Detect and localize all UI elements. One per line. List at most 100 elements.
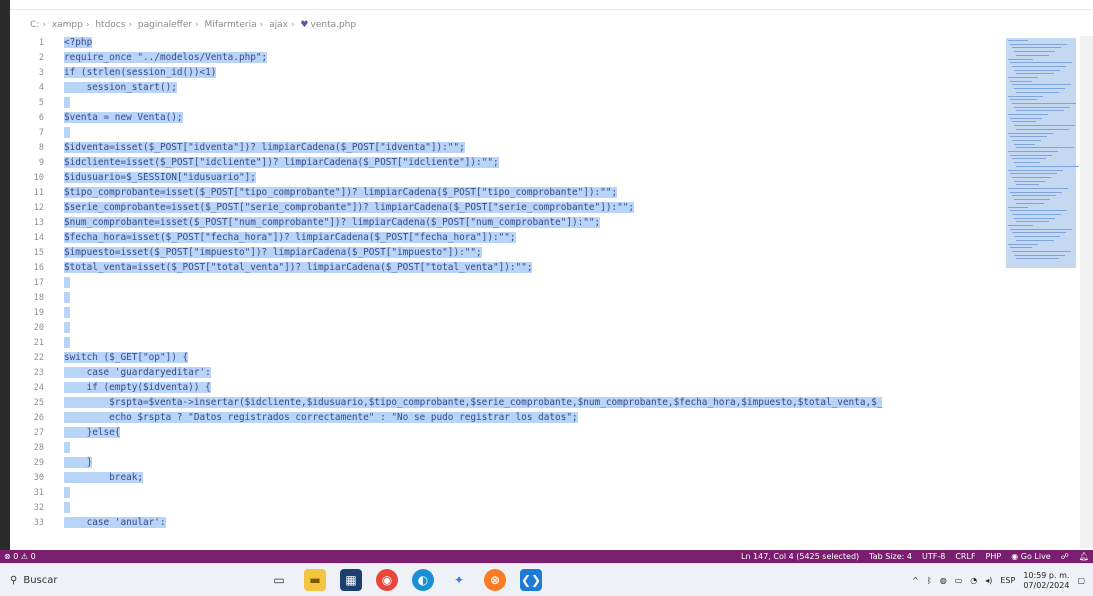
code-text[interactable] <box>50 336 70 350</box>
chrome-icon[interactable]: ◉ <box>376 569 398 591</box>
code-line[interactable]: 17 <box>10 276 1000 290</box>
code-line[interactable]: 14 $fecha_hora=isset($_POST["fecha_hora"]… <box>10 231 1000 245</box>
code-line[interactable]: 16 $total_venta=isset($_POST["total_venta… <box>10 261 1000 275</box>
code-editor[interactable]: 1 <?php 2 require_once "../modelos/Venta.ph… <box>10 36 1000 548</box>
code-line[interactable]: 11 $tipo_comprobante=isset($_POST["tipo_c… <box>10 186 1000 200</box>
code-text[interactable] <box>50 501 70 515</box>
tab-size[interactable]: Tab Size: 4 <box>869 552 912 561</box>
code-text[interactable]: $rspta=$venta->insertar($idcliente,$idus… <box>50 396 883 410</box>
code-text[interactable]: $idcliente=isset($_POST["idcliente"])? l… <box>50 156 499 170</box>
problems-indicator[interactable]: ⊗ 0 ⚠ 0 <box>4 552 36 561</box>
code-text[interactable]: break; <box>50 471 144 485</box>
breadcrumb-folder[interactable]: Mifarmteria <box>205 20 257 30</box>
code-text[interactable]: if (strlen(session_id())<1) <box>50 66 217 80</box>
code-text[interactable] <box>50 126 70 140</box>
photos-icon[interactable]: ✦ <box>448 569 470 591</box>
input-language[interactable]: ESP <box>1000 576 1015 585</box>
code-text[interactable]: switch ($_GET["op"]) { <box>50 351 189 365</box>
code-text[interactable] <box>50 321 70 335</box>
code-line[interactable]: 6 $venta = new Venta(); <box>10 111 1000 125</box>
code-line[interactable]: 32 <box>10 501 1000 515</box>
code-text[interactable]: case 'anular': <box>50 516 166 530</box>
breadcrumb-drive[interactable]: C: <box>30 20 39 30</box>
code-line[interactable]: 20 <box>10 321 1000 335</box>
code-text[interactable]: $num_comprobante=isset($_POST["num_compr… <box>50 216 601 230</box>
code-line[interactable]: 28 <box>10 441 1000 455</box>
edge-icon[interactable]: ◐ <box>412 569 434 591</box>
battery-icon[interactable]: ▭ <box>955 576 963 585</box>
minimap[interactable] <box>1000 36 1080 548</box>
language-mode[interactable]: PHP <box>986 552 1002 561</box>
clock[interactable]: 10:59 p. m. 07/02/2024 <box>1023 571 1069 591</box>
code-line[interactable]: 25 $rspta=$venta->insertar($idcliente,$i… <box>10 396 1000 410</box>
code-text[interactable]: case 'guardaryeditar': <box>50 366 211 380</box>
code-text[interactable]: <?php <box>50 36 93 50</box>
code-text[interactable] <box>50 486 70 500</box>
code-line[interactable]: 23 case 'guardaryeditar': <box>10 366 1000 380</box>
code-line[interactable]: 1 <?php <box>10 36 1000 50</box>
end-of-line[interactable]: CRLF <box>955 552 975 561</box>
breadcrumb-xampp[interactable]: xampp <box>52 20 83 30</box>
code-line[interactable]: 3 if (strlen(session_id())<1) <box>10 66 1000 80</box>
go-live-button[interactable]: ◉ Go Live <box>1011 552 1051 561</box>
code-line[interactable]: 26 echo $rspta ? "Datos registrados corr… <box>10 411 1000 425</box>
code-line[interactable]: 15 $impuesto=isset($_POST["impuesto"])? l… <box>10 246 1000 260</box>
breadcrumb-file[interactable]: venta.php <box>311 20 357 30</box>
breadcrumb-ajax[interactable]: ajax <box>269 20 288 30</box>
code-line[interactable]: 30 break; <box>10 471 1000 485</box>
code-text[interactable]: } <box>50 456 93 470</box>
code-text[interactable]: $serie_comprobante=isset($_POST["serie_c… <box>50 201 635 215</box>
code-line[interactable]: 8 $idventa=isset($_POST["idventa"])? limp… <box>10 141 1000 155</box>
code-line[interactable]: 2 require_once "../modelos/Venta.php"; <box>10 51 1000 65</box>
code-line[interactable]: 24 if (empty($idventa)) { <box>10 381 1000 395</box>
code-text[interactable]: session_start(); <box>50 81 177 95</box>
code-text[interactable]: $tipo_comprobante=isset($_POST["tipo_com… <box>50 186 618 200</box>
file-explorer-icon[interactable]: ▬ <box>304 569 326 591</box>
code-line[interactable]: 13 $num_comprobante=isset($_POST["num_com… <box>10 216 1000 230</box>
editor-scrollbar[interactable] <box>1080 36 1093 548</box>
code-line[interactable]: 27 }else{ <box>10 426 1000 440</box>
code-text[interactable]: $fecha_hora=isset($_POST["fecha_hora"])?… <box>50 231 516 245</box>
code-line[interactable]: 4 session_start(); <box>10 81 1000 95</box>
code-line[interactable]: 31 <box>10 486 1000 500</box>
xampp-icon[interactable]: ⊗ <box>484 569 506 591</box>
wifi-icon[interactable]: ◔ <box>970 576 977 585</box>
code-text[interactable]: $idventa=isset($_POST["idventa"])? limpi… <box>50 141 465 155</box>
encoding[interactable]: UTF-8 <box>922 552 945 561</box>
code-text[interactable]: if (empty($idventa)) { <box>50 381 211 395</box>
volume-icon[interactable]: ◂) <box>985 576 992 585</box>
code-text[interactable]: require_once "../modelos/Venta.php"; <box>50 51 268 65</box>
notification-center-icon[interactable]: ▢ <box>1077 576 1085 585</box>
code-text[interactable] <box>50 96 70 110</box>
taskbar-search[interactable]: ⚲ Buscar <box>10 570 230 591</box>
code-text[interactable] <box>50 441 70 455</box>
code-text[interactable] <box>50 306 70 320</box>
bluetooth-icon[interactable]: ᛒ <box>927 576 932 585</box>
code-text[interactable]: echo $rspta ? "Datos registrados correct… <box>50 411 578 425</box>
store-icon[interactable]: ▦ <box>340 569 362 591</box>
code-text[interactable]: $total_venta=isset($_POST["total_venta"]… <box>50 261 533 275</box>
code-text[interactable] <box>50 276 70 290</box>
code-line[interactable]: 18 <box>10 291 1000 305</box>
feedback-icon[interactable]: ☍ <box>1061 552 1069 561</box>
code-text[interactable]: }else{ <box>50 426 121 440</box>
network-icon[interactable]: ◍ <box>940 576 947 585</box>
code-text[interactable]: $venta = new Venta(); <box>50 111 183 125</box>
breadcrumb-project[interactable]: paginaleffer <box>138 20 192 30</box>
chevron-up-icon[interactable]: ^ <box>912 576 919 585</box>
notifications-icon[interactable]: 🔔︎ <box>1079 552 1089 561</box>
task-view-icon[interactable]: ▭ <box>268 569 290 591</box>
code-text[interactable]: $idusuario=$_SESSION["idusuario"]; <box>50 171 256 185</box>
code-text[interactable]: $impuesto=isset($_POST["impuesto"])? lim… <box>50 246 482 260</box>
code-line[interactable]: 21 <box>10 336 1000 350</box>
vscode-icon[interactable]: ❮❯ <box>520 569 542 591</box>
breadcrumb[interactable]: C: › xampp › htdocs › paginaleffer › Mifarmt… <box>30 20 356 36</box>
code-line[interactable]: 33 case 'anular': <box>10 516 1000 530</box>
code-text[interactable] <box>50 291 70 305</box>
code-line[interactable]: 10 $idusuario=$_SESSION["idusuario"]; <box>10 171 1000 185</box>
cursor-position[interactable]: Ln 147, Col 4 (5425 selected) <box>741 552 859 561</box>
code-line[interactable]: 12 $serie_comprobante=isset($_POST["serie… <box>10 201 1000 215</box>
code-line[interactable]: 29 } <box>10 456 1000 470</box>
code-line[interactable]: 22 switch ($_GET["op"]) { <box>10 351 1000 365</box>
code-line[interactable]: 7 <box>10 126 1000 140</box>
